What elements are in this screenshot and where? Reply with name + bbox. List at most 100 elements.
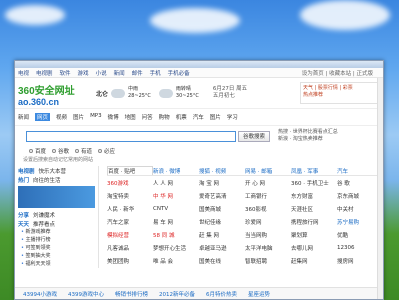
site-link[interactable]: 梦想开心生活 <box>153 244 199 252</box>
bottom-link[interactable]: 6月特价热卖 <box>206 290 237 298</box>
search-tab-active[interactable]: 网页 <box>35 113 51 121</box>
site-link[interactable]: 中 华 网 <box>153 192 199 200</box>
list-item[interactable]: 可签到领奖 <box>15 244 98 252</box>
radio-icon[interactable] <box>75 149 80 153</box>
site-link[interactable]: 360 · 手机卫士 <box>291 179 337 187</box>
site-link[interactable]: 赶集网 <box>291 257 337 265</box>
category-tab[interactable]: 搜狐 · 视频 <box>199 167 245 175</box>
radio-icon[interactable] <box>29 149 33 153</box>
radio-icon[interactable] <box>98 149 103 153</box>
radio-label[interactable]: 谷歌 <box>58 147 69 155</box>
radio-label[interactable]: 百度 <box>35 147 46 155</box>
nav-link[interactable]: 新闻 <box>114 69 125 77</box>
nav-link[interactable]: 手机必备 <box>168 69 190 77</box>
sidebar-link[interactable]: 快乐大本营 <box>39 167 67 175</box>
nav-link[interactable]: 小说 <box>96 69 107 77</box>
site-link[interactable]: 珍爱网 <box>245 218 291 226</box>
site-link[interactable]: 美团团购 <box>107 257 153 265</box>
radio-label[interactable]: 必应 <box>104 147 115 155</box>
site-link[interactable]: 爱奇艺高清 <box>199 192 245 200</box>
search-tab[interactable]: 机票 <box>176 113 187 121</box>
sidebar-link[interactable]: 推荐看点 <box>33 220 55 228</box>
search-tab[interactable]: MP3 <box>90 113 102 121</box>
weather-widget[interactable]: 北仑 中雨 28~25°C 雨转晴 30~25°C 6月27日 周五 五月初七 <box>96 86 247 100</box>
search-tab[interactable]: 新闻 <box>18 113 29 121</box>
site-link[interactable]: 唯 品 会 <box>153 257 199 265</box>
site-link[interactable]: 模拟经营 <box>107 231 153 239</box>
site-link[interactable]: 国美商城 <box>199 205 245 213</box>
search-tab[interactable]: 图片 <box>73 113 84 121</box>
sidebar-row[interactable]: 分享 刘谦魔术 <box>15 210 98 219</box>
list-item[interactable]: 签到抽大奖 <box>15 252 98 260</box>
search-tab[interactable]: 图片 <box>210 113 221 121</box>
site-link[interactable]: 天涯社区 <box>291 205 337 213</box>
search-tab[interactable]: 问答 <box>142 113 153 121</box>
site-link[interactable]: 360游戏 <box>107 179 153 187</box>
site-link[interactable]: 开 心 网 <box>245 179 291 187</box>
search-tab[interactable]: 微博 <box>108 113 119 121</box>
nav-link[interactable]: 电视 <box>18 69 29 77</box>
site-link[interactable]: 赶 集 网 <box>199 231 245 239</box>
search-input[interactable] <box>26 130 236 142</box>
search-tab[interactable]: 学习 <box>227 113 238 121</box>
category-tab[interactable]: 网易 · 邮箱 <box>245 167 291 175</box>
sidebar-link[interactable]: 向往的生活 <box>33 176 61 184</box>
bottom-link[interactable]: 2012新年必备 <box>159 290 195 298</box>
site-link[interactable]: 360影视 <box>245 205 291 213</box>
site-logo[interactable]: 360安全网址 ao.360.cn <box>18 82 90 107</box>
bottom-link[interactable]: 43994小游戏 <box>23 290 57 298</box>
vertical-scrollbar[interactable] <box>377 78 383 299</box>
site-link[interactable]: 工商银行 <box>245 192 291 200</box>
search-tab[interactable]: 汽车 <box>193 113 204 121</box>
nav-link[interactable]: 手机 <box>150 69 161 77</box>
bottom-link[interactable]: 畅销书排行榜 <box>115 290 148 298</box>
list-item[interactable]: 福利天天领 <box>15 260 98 268</box>
nav-link[interactable]: 软件 <box>60 69 71 77</box>
site-link[interactable]: 世纪佳缘 <box>199 218 245 226</box>
category-tab[interactable]: 新浪 · 微博 <box>153 167 199 175</box>
category-tab[interactable]: 百度 · 贴吧 <box>107 166 153 175</box>
sidebar-row[interactable]: 热门 向往的生活 <box>15 175 98 184</box>
nav-link[interactable]: 邮件 <box>132 69 143 77</box>
site-link[interactable]: 汽车之家 <box>107 218 153 226</box>
site-link[interactable]: 58 同 城 <box>153 231 199 239</box>
list-item[interactable]: 主播排行榜 <box>15 236 98 244</box>
site-link[interactable]: 聚划算 <box>291 231 337 239</box>
site-link[interactable]: CNTV <box>153 206 199 212</box>
header-promo[interactable]: 天气 | 股票行情 | 彩票 热点推荐 <box>300 82 380 104</box>
radio-icon[interactable] <box>52 149 57 153</box>
site-link[interactable]: 人民 · 新华 <box>107 205 153 213</box>
list-item[interactable]: 新游戏推荐 <box>15 228 98 236</box>
search-tab[interactable]: 地图 <box>125 113 136 121</box>
site-link[interactable]: 东方财富 <box>291 192 337 200</box>
site-link[interactable]: 易 车 网 <box>153 218 199 226</box>
hot-link[interactable]: 热搜 · 世界杯比赛看点汇总 <box>278 129 338 136</box>
homepage-links[interactable]: 设为首页 | 收藏本站 | 正式版 <box>302 69 373 77</box>
nav-link[interactable]: 游戏 <box>78 69 89 77</box>
sidebar-heading: 热门 <box>18 177 30 184</box>
site-link[interactable]: 当当网购 <box>245 231 291 239</box>
sidebar-link[interactable]: 刘谦魔术 <box>33 211 55 219</box>
site-link[interactable]: 太平洋电脑 <box>245 244 291 252</box>
site-link[interactable]: 卓越亚马逊 <box>199 244 245 252</box>
search-tab[interactable]: 购物 <box>159 113 170 121</box>
site-link[interactable]: 凡客诚品 <box>107 244 153 252</box>
search-button[interactable]: 谷歌搜索 <box>238 130 271 142</box>
sidebar-row[interactable]: 电视剧 快乐大本营 <box>15 166 98 175</box>
site-link[interactable]: 携程旅行网 <box>291 218 337 226</box>
bottom-link[interactable]: 星座运势 <box>248 290 270 298</box>
site-link[interactable]: 人 人 网 <box>153 179 199 187</box>
sidebar-row[interactable]: 天天 推荐看点 <box>15 219 98 228</box>
bottom-link[interactable]: 4399游戏中心 <box>68 290 104 298</box>
site-link[interactable]: 去哪儿网 <box>291 244 337 252</box>
nav-link[interactable]: 电视剧 <box>36 69 53 77</box>
search-tab[interactable]: 视频 <box>56 113 67 121</box>
site-link[interactable]: 淘宝特卖 <box>107 192 153 200</box>
site-link[interactable]: 国美在线 <box>199 257 245 265</box>
promo-banner[interactable] <box>18 186 95 208</box>
site-link[interactable]: 智联招聘 <box>245 257 291 265</box>
site-link[interactable]: 淘 宝 网 <box>199 179 245 187</box>
hot-link[interactable]: 新浪 · 淘宝热卖推荐 <box>278 136 338 143</box>
radio-label[interactable]: 有道 <box>81 147 92 155</box>
category-tab[interactable]: 凤凰 · 军事 <box>291 167 337 175</box>
